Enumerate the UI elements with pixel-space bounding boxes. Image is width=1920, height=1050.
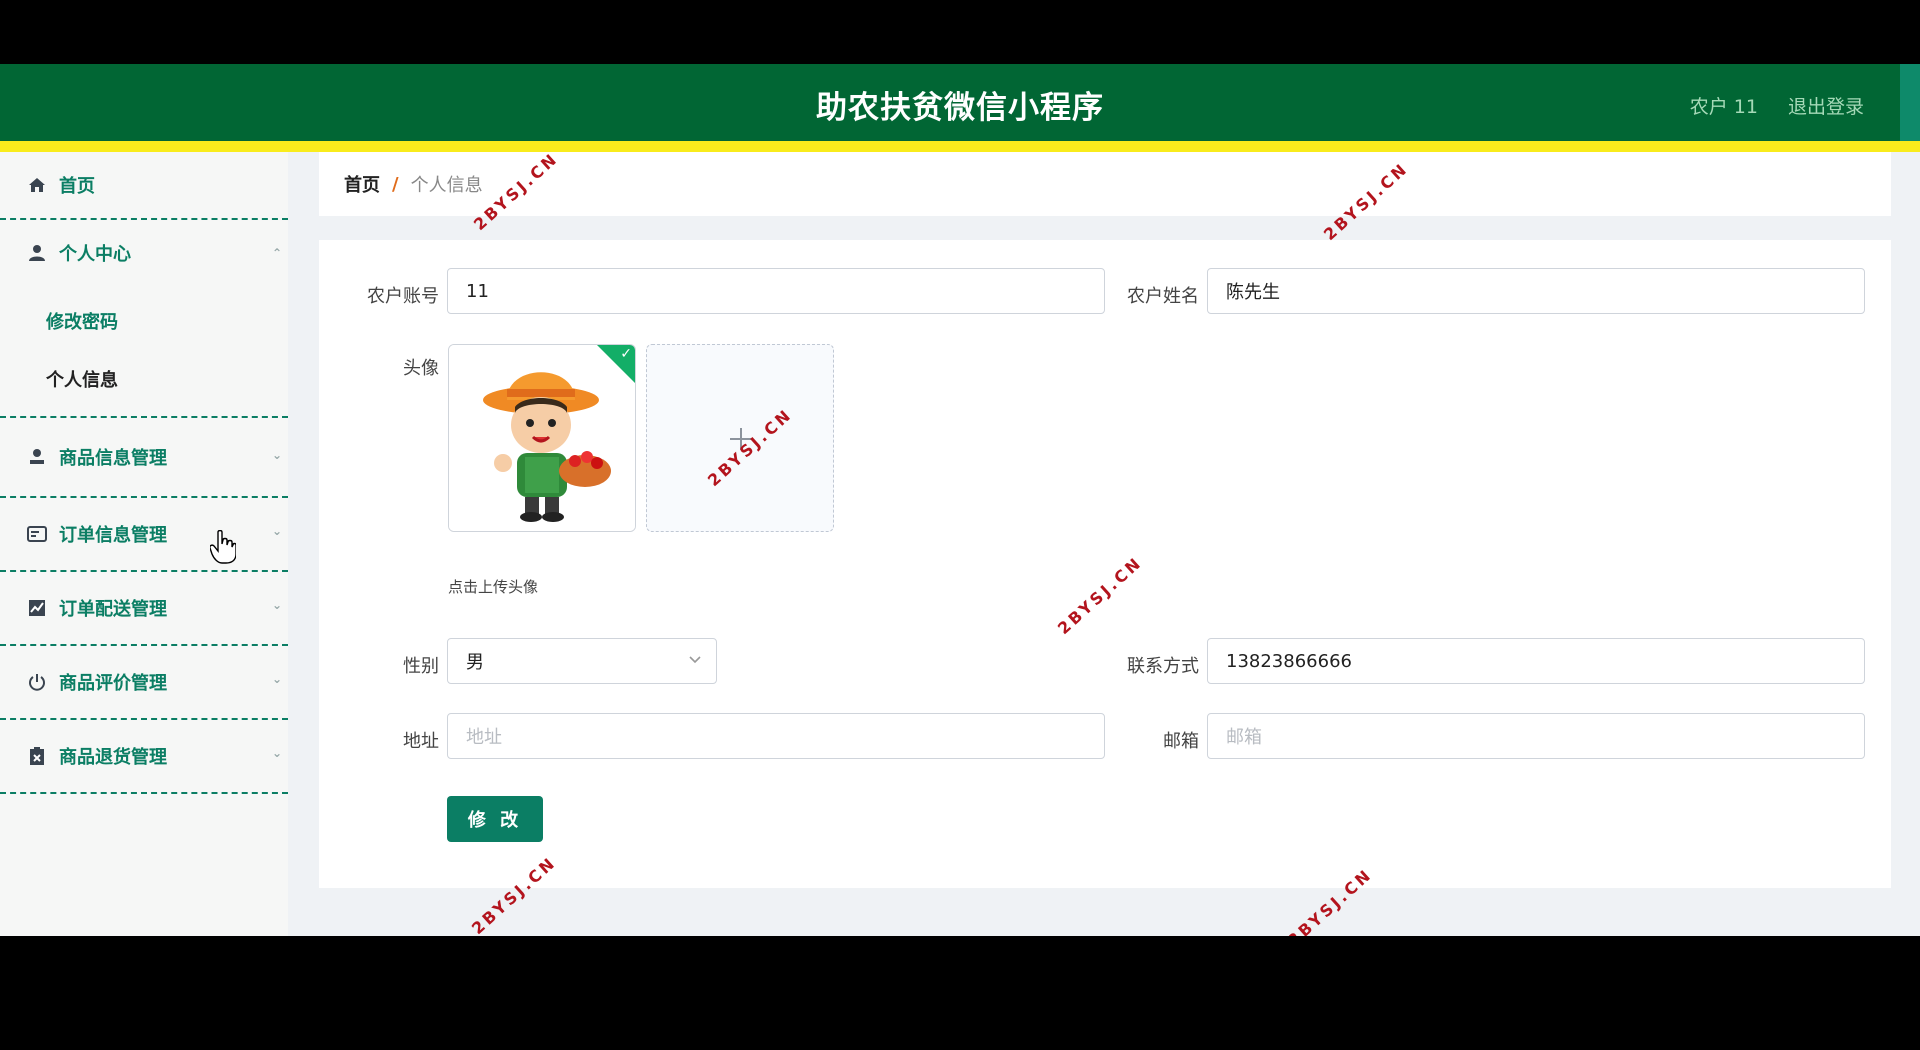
power-icon (27, 672, 47, 692)
address-label: 地址 (403, 731, 439, 752)
breadcrumb-home[interactable]: 首页 (344, 171, 380, 197)
avatar-label: 头像 (403, 358, 439, 379)
card-icon (27, 524, 47, 544)
sidebar-item-review-management[interactable]: 商品评价管理 ⌄ (0, 646, 288, 720)
user-icon (27, 243, 47, 263)
breadcrumb-current: 个人信息 (410, 175, 483, 196)
chevron-up-icon: ⌃ (271, 246, 282, 260)
sidebar-item-label: 订单信息管理 (59, 525, 167, 546)
contact-field[interactable]: 13823866666 (1207, 638, 1865, 684)
sidebar-item-product-management[interactable]: 商品信息管理 ⌄ (0, 418, 288, 498)
contact-label: 联系方式 (1127, 656, 1199, 677)
chevron-down-icon: ⌄ (271, 672, 282, 686)
submenu-item-change-password[interactable]: 修改密码 (0, 292, 288, 350)
breadcrumb-separator: / (392, 173, 399, 195)
name-label: 农户姓名 (1127, 286, 1199, 307)
submit-button[interactable]: 修 改 (447, 796, 543, 842)
email-label: 邮箱 (1163, 731, 1199, 752)
sidebar: 首页 个人中心 ⌃ 修改密码 个人信息 商品信息管理 ⌄ 订单信息管理 ⌄ 订单… (0, 152, 288, 936)
chevron-up-icon: ⌄ (271, 448, 282, 462)
header-right-accent (1900, 64, 1920, 152)
top-header: 助农扶贫微信小程序 农户 11 退出登录 (0, 64, 1920, 152)
user-info: 农户 11 退出登录 (1690, 92, 1864, 119)
logout-button[interactable]: 退出登录 (1788, 92, 1864, 119)
sidebar-item-personal-center[interactable]: 个人中心 ⌃ (0, 220, 288, 286)
sidebar-item-label: 首页 (59, 176, 95, 197)
sidebar-item-label: 商品退货管理 (59, 747, 167, 768)
chevron-down-icon: ⌄ (271, 598, 282, 612)
hand-cursor-icon (210, 530, 236, 564)
personal-center-submenu: 修改密码 个人信息 (0, 286, 288, 418)
avatar-image[interactable]: ✓ (448, 344, 636, 532)
sidebar-item-return-management[interactable]: 商品退货管理 ⌄ (0, 720, 288, 794)
home-icon (27, 175, 47, 195)
submenu-item-personal-info[interactable]: 个人信息 (0, 350, 288, 408)
user-icon (27, 447, 47, 467)
sidebar-item-label: 订单配送管理 (59, 599, 167, 620)
gender-select[interactable]: 男 (447, 638, 717, 684)
app-window: 助农扶贫微信小程序 农户 11 退出登录 首页 个人中心 ⌃ 修改密码 个人信息 (0, 64, 1920, 936)
profile-form: 农户账号 11 农户姓名 陈先生 头像 ✓ 点击上传头像 性别 男 联系方式 1… (319, 240, 1891, 888)
upload-hint: 点击上传头像 (448, 578, 539, 596)
header-yellow-strip (0, 141, 1920, 152)
sidebar-item-order-management[interactable]: 订单信息管理 ⌄ (0, 498, 288, 572)
address-field[interactable]: 地址 (447, 713, 1105, 759)
sidebar-item-label: 商品评价管理 (59, 673, 167, 694)
chevron-down-icon (689, 656, 701, 664)
email-field[interactable]: 邮箱 (1207, 713, 1865, 759)
chart-icon (27, 598, 47, 618)
sidebar-item-label: 商品信息管理 (59, 448, 167, 469)
name-field[interactable]: 陈先生 (1207, 268, 1865, 314)
chevron-down-icon: ⌄ (271, 746, 282, 760)
current-user: 农户 11 (1689, 96, 1758, 118)
clipboard-icon (27, 746, 47, 766)
check-icon: ✓ (620, 346, 632, 362)
avatar-upload-button[interactable] (646, 344, 834, 532)
sidebar-item-delivery-management[interactable]: 订单配送管理 ⌄ (0, 572, 288, 646)
account-label: 农户账号 (367, 286, 439, 307)
main-content: 首页 / 个人信息 农户账号 11 农户姓名 陈先生 头像 ✓ 点击上传头像 性… (288, 152, 1920, 936)
chevron-down-icon: ⌄ (271, 524, 282, 538)
account-field[interactable]: 11 (447, 268, 1105, 314)
gender-label: 性别 (403, 656, 439, 677)
gender-value: 男 (466, 652, 484, 673)
app-title: 助农扶贫微信小程序 (816, 90, 1104, 126)
sidebar-item-label: 个人中心 (59, 244, 131, 265)
sidebar-item-home[interactable]: 首页 (0, 152, 288, 220)
